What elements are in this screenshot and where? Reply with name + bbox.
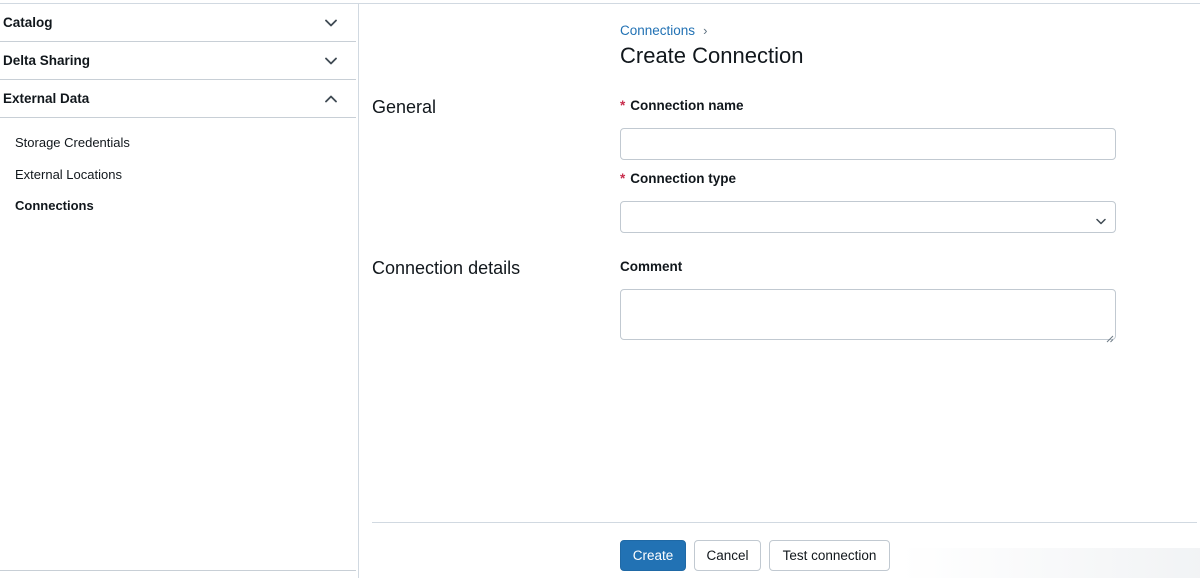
resize-grip-icon[interactable] <box>1106 330 1114 343</box>
sidebar-item-external-locations[interactable]: External Locations <box>15 167 122 182</box>
breadcrumb: Connections › <box>620 23 707 38</box>
create-connection-page: Catalog Delta Sharing External Data Stor… <box>0 0 1200 578</box>
comment-textarea[interactable] <box>620 289 1116 340</box>
connection-type-label: * Connection type <box>620 171 736 186</box>
required-marker: * <box>620 98 626 113</box>
breadcrumb-connections-link[interactable]: Connections <box>620 23 695 38</box>
sidebar-section-external-data[interactable]: External Data <box>0 80 356 118</box>
connection-name-label: * Connection name <box>620 98 744 113</box>
chevron-up-icon <box>324 92 338 106</box>
section-connection-details-heading: Connection details <box>372 258 521 278</box>
sidebar-section-label: Catalog <box>3 15 53 30</box>
chevron-down-icon <box>1096 212 1106 230</box>
breadcrumb-separator-icon: › <box>703 23 708 38</box>
required-marker: * <box>620 171 626 186</box>
sidebar-section-label: Delta Sharing <box>3 53 91 68</box>
create-button[interactable]: Create <box>620 540 686 571</box>
connection-name-input[interactable] <box>620 128 1116 160</box>
connection-type-label-text: Connection type <box>630 171 737 186</box>
footer-shadow <box>900 548 1200 578</box>
connection-name-label-text: Connection name <box>630 98 744 113</box>
test-connection-button[interactable]: Test connection <box>769 540 890 571</box>
sidebar-item-storage-credentials[interactable]: Storage Credentials <box>15 135 130 150</box>
sidebar-bottom-divider <box>0 570 356 571</box>
chevron-down-icon <box>324 54 338 68</box>
sidebar-item-connections[interactable]: Connections <box>15 198 94 213</box>
section-general-heading: General <box>372 97 437 117</box>
connection-type-select[interactable] <box>620 201 1116 233</box>
page-title: Create Connection <box>620 43 804 68</box>
sidebar-section-label: External Data <box>3 91 90 106</box>
chevron-down-icon <box>324 16 338 30</box>
comment-label: Comment <box>620 259 683 274</box>
sidebar-section-catalog[interactable]: Catalog <box>0 4 356 42</box>
sidebar-section-delta-sharing[interactable]: Delta Sharing <box>0 42 356 80</box>
sidebar: Catalog Delta Sharing External Data Stor… <box>0 4 359 578</box>
footer-divider <box>372 522 1197 523</box>
cancel-button[interactable]: Cancel <box>694 540 761 571</box>
